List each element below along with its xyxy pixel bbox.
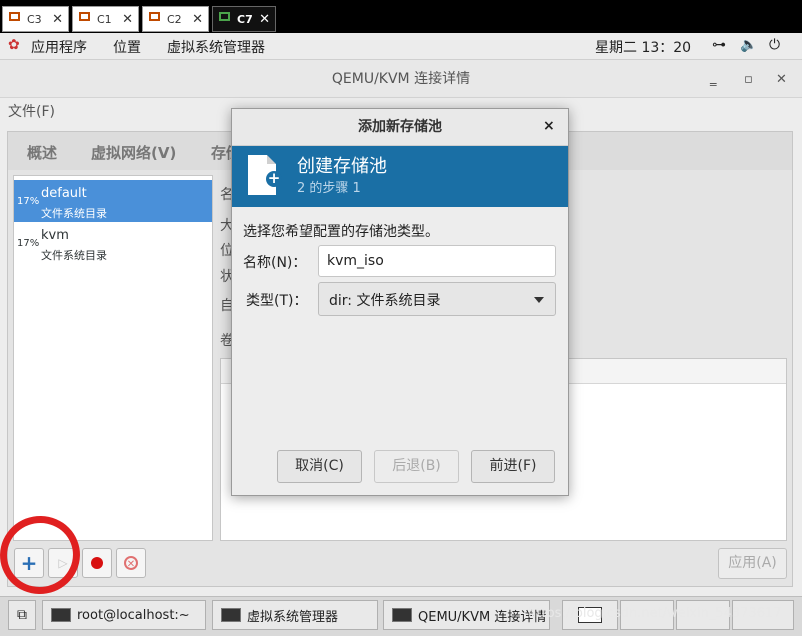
clock[interactable]: 星期二 13：20 bbox=[595, 37, 691, 57]
show-desktop-button[interactable]: ⧉ bbox=[8, 600, 36, 630]
close-icon[interactable]: ✕ bbox=[776, 72, 787, 87]
cancel-button[interactable]: 取消(C) bbox=[277, 450, 362, 483]
close-icon[interactable]: ✕ bbox=[122, 12, 133, 27]
dialog-prompt: 选择您希望配置的存储池类型。 bbox=[243, 224, 439, 240]
power-icon[interactable]: ⏻ bbox=[769, 37, 780, 53]
pool-type-value: dir: 文件系统目录 bbox=[329, 293, 441, 309]
places-menu[interactable]: 位置 bbox=[113, 37, 141, 57]
storage-pool-list[interactable]: 17% default 文件系统目录 17% kvm 文件系统目录 bbox=[13, 175, 213, 541]
tab-virtual-networks[interactable]: 虚拟网络(V) bbox=[91, 142, 176, 163]
vm-tab-c7[interactable]: C7 ✕ bbox=[212, 6, 276, 32]
pool-item-kvm[interactable]: 17% kvm 文件系统目录 bbox=[14, 222, 212, 264]
type-label: 类型(T)： bbox=[246, 293, 308, 309]
taskbar-label: 虚拟系统管理器 bbox=[247, 609, 339, 625]
delete-icon: ✕ bbox=[124, 556, 138, 570]
vm-tab-c2[interactable]: C2 ✕ bbox=[142, 6, 209, 32]
pool-usage: 17% bbox=[17, 238, 40, 249]
vm-icon bbox=[392, 608, 412, 622]
banner-title: 创建存储池 bbox=[297, 156, 387, 177]
vm-tab-strip: C3 ✕ C1 ✕ C2 ✕ C7 ✕ bbox=[0, 0, 802, 33]
vm-tab-label: C2 bbox=[167, 12, 182, 26]
terminal-icon bbox=[51, 608, 71, 622]
pool-usage: 17% bbox=[17, 196, 40, 207]
taskbar-item-terminal[interactable]: root@localhost:~ bbox=[42, 600, 206, 630]
pool-name: default bbox=[41, 186, 87, 201]
vm-icon bbox=[221, 608, 241, 622]
virt-manager-menu[interactable]: 虚拟系统管理器 bbox=[167, 37, 265, 57]
taskbar-item-details[interactable]: QEMU/KVM 连接详情 bbox=[383, 600, 550, 630]
close-icon[interactable]: × bbox=[543, 118, 555, 134]
forward-button[interactable]: 前进(F) bbox=[471, 450, 555, 483]
vm-tab-label: C1 bbox=[97, 12, 112, 26]
record-icon bbox=[91, 557, 103, 569]
taskbar-label: root@localhost:~ bbox=[77, 607, 190, 623]
chevron-down-icon bbox=[534, 297, 544, 303]
dialog-banner: + 创建存储池 2 的步骤 1 bbox=[232, 146, 568, 207]
banner-step: 2 的步骤 1 bbox=[297, 181, 361, 196]
minimize-icon[interactable]: ‗ bbox=[710, 72, 717, 87]
network-icon[interactable]: ⊶ bbox=[712, 37, 726, 53]
vm-icon bbox=[79, 12, 93, 26]
watermark: https://blog.csdn.net/weixin_54373617 bbox=[528, 606, 782, 621]
pool-type-select[interactable]: dir: 文件系统目录 bbox=[318, 282, 556, 316]
delete-pool-button[interactable]: ✕ bbox=[116, 548, 146, 578]
stop-pool-button[interactable] bbox=[82, 548, 112, 578]
vm-tab-label: C7 bbox=[237, 12, 253, 26]
pool-name: kvm bbox=[41, 228, 69, 243]
apply-button[interactable]: 应用(A) bbox=[718, 548, 787, 579]
back-button[interactable]: 后退(B) bbox=[374, 450, 459, 483]
vm-tab-label: C3 bbox=[27, 12, 42, 26]
vm-icon bbox=[219, 12, 233, 26]
dialog-title: 添加新存储池 bbox=[232, 109, 568, 146]
pool-type: 文件系统目录 bbox=[41, 207, 107, 220]
taskbar-item-virt-manager[interactable]: 虚拟系统管理器 bbox=[212, 600, 378, 630]
close-icon[interactable]: ✕ bbox=[52, 12, 63, 27]
gnome-foot-icon: ✿ bbox=[8, 37, 20, 53]
close-icon[interactable]: ✕ bbox=[259, 12, 270, 27]
pool-item-default[interactable]: 17% default 文件系统目录 bbox=[14, 180, 212, 222]
gnome-top-bar: ✿ 应用程序 位置 虚拟系统管理器 星期二 13：20 ⊶ 🔈 ⏻ bbox=[0, 33, 802, 60]
vm-icon bbox=[149, 12, 163, 26]
applications-menu[interactable]: 应用程序 bbox=[31, 37, 87, 57]
vm-tab-c1[interactable]: C1 ✕ bbox=[72, 6, 139, 32]
pool-type: 文件系统目录 bbox=[41, 249, 107, 262]
desktop-icon: ⧉ bbox=[17, 607, 27, 623]
close-icon[interactable]: ✕ bbox=[192, 12, 203, 27]
window-title: QEMU/KVM 连接详情 bbox=[0, 60, 802, 98]
new-document-icon: + bbox=[248, 155, 282, 195]
pool-name-input[interactable] bbox=[318, 245, 556, 277]
vm-icon bbox=[9, 12, 23, 26]
maximize-icon[interactable]: ▫ bbox=[744, 72, 753, 87]
volume-icon[interactable]: 🔈 bbox=[740, 37, 757, 53]
tab-overview[interactable]: 概述 bbox=[27, 142, 57, 163]
vm-tab-c3[interactable]: C3 ✕ bbox=[2, 6, 69, 32]
name-label: 名称(N)： bbox=[243, 255, 307, 271]
